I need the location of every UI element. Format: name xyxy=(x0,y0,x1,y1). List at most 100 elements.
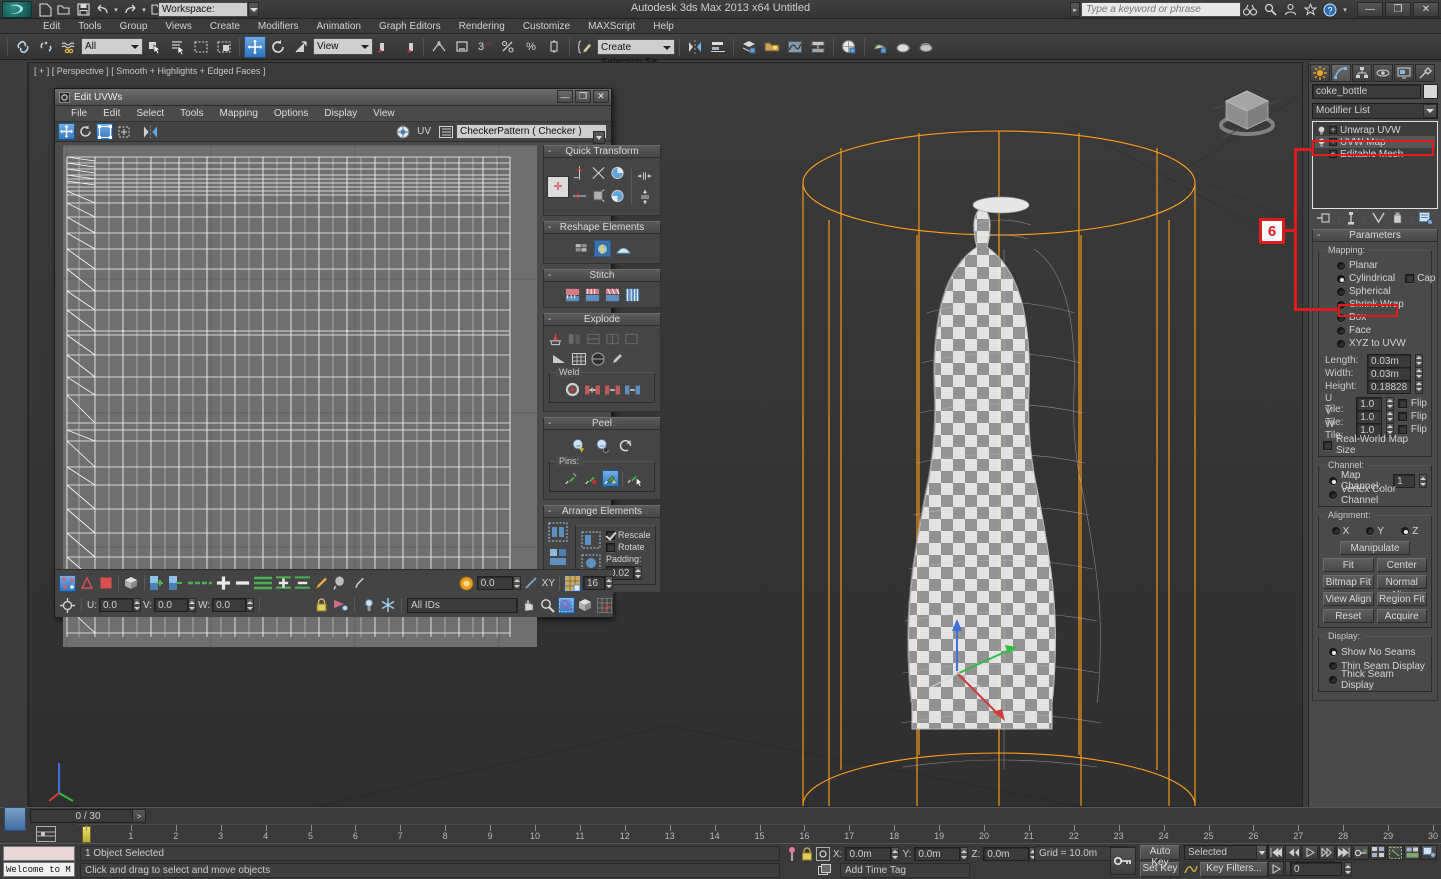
quick-peel-icon[interactable] xyxy=(571,437,588,454)
play-preview-icon[interactable] xyxy=(1268,861,1284,876)
configure-modifier-sets-icon[interactable] xyxy=(1419,212,1433,225)
modifier-stack-row-editable-mesh[interactable]: + Editable Mesh xyxy=(1315,148,1435,160)
bitmap-fit-button[interactable]: Bitmap Fit xyxy=(1323,575,1374,589)
remove-modifier-icon[interactable] xyxy=(1392,212,1403,224)
minimize-button[interactable]: — xyxy=(1357,2,1383,17)
unlink-selection-icon[interactable] xyxy=(35,36,57,58)
pin-stack-icon[interactable] xyxy=(1317,212,1331,224)
viewport-layout-thumbnail[interactable] xyxy=(4,807,26,831)
expand-modifier-icon[interactable]: + xyxy=(1329,138,1337,146)
length-value[interactable]: 0.03m xyxy=(1367,354,1411,368)
spinner-snap-icon[interactable] xyxy=(543,36,565,58)
u-value[interactable]: 0.0 xyxy=(99,598,133,612)
loop-dashed-icon[interactable] xyxy=(187,575,213,592)
reshape-straighten-icon[interactable] xyxy=(573,240,590,257)
next-frame-icon[interactable] xyxy=(1319,845,1335,860)
center-button[interactable]: Center xyxy=(1377,558,1428,572)
v-tile-value[interactable]: 1.0 xyxy=(1356,410,1382,424)
uvw-menu-mapping[interactable]: Mapping xyxy=(212,108,266,119)
grid-size-spinner[interactable]: 16 xyxy=(583,576,613,590)
use-pivot-point-center-icon[interactable] xyxy=(374,36,396,58)
rescale-checkbox-row[interactable]: Rescale xyxy=(606,530,651,540)
lock-selection-set-icon[interactable] xyxy=(801,847,813,861)
qt-space-vertical-icon[interactable] xyxy=(636,189,653,206)
reset-peel-icon[interactable] xyxy=(617,437,634,454)
light-bulb-icon[interactable] xyxy=(1317,138,1326,147)
thick-seam-display-row[interactable]: Thick Seam Display xyxy=(1323,673,1427,687)
v-spin-arrows[interactable] xyxy=(188,598,196,612)
edge-subobject-icon[interactable] xyxy=(78,575,95,592)
paint-select-icon[interactable] xyxy=(313,575,330,592)
u-spinner[interactable]: 0.0 xyxy=(99,598,141,612)
uvw-move-icon[interactable] xyxy=(58,123,75,140)
u-tile-spin-arrows[interactable] xyxy=(1386,397,1394,411)
u-flip-checkbox[interactable] xyxy=(1398,399,1407,408)
grid-size-value[interactable]: 16 xyxy=(583,576,605,590)
w-spinner[interactable]: 0.0 xyxy=(212,598,254,612)
undo-dropdown-icon[interactable]: ▾ xyxy=(112,1,120,18)
lock-selection-icon[interactable] xyxy=(313,597,330,614)
modifier-stack-row-uvw-map[interactable]: + UVW Map xyxy=(1315,136,1435,148)
freeze-icon[interactable] xyxy=(379,597,396,614)
radio-cylindrical[interactable] xyxy=(1337,275,1345,283)
show-hidden-edges-icon[interactable] xyxy=(360,597,377,614)
schematic-view-icon[interactable] xyxy=(807,36,829,58)
absolute-relative-toggle-icon[interactable] xyxy=(59,597,76,614)
zoom-extents-icon[interactable] xyxy=(577,597,594,614)
uvw-rotate-icon[interactable] xyxy=(77,123,94,140)
key-filters-icon[interactable] xyxy=(1184,862,1198,876)
go-to-end-icon[interactable] xyxy=(1336,845,1352,860)
w-flip-checkbox[interactable] xyxy=(1398,425,1407,434)
radio-axis-x[interactable] xyxy=(1332,527,1340,535)
explode-pencil-icon[interactable] xyxy=(608,351,625,368)
show-end-result-icon[interactable] xyxy=(1347,212,1355,225)
redo-dropdown-icon[interactable]: ▾ xyxy=(140,1,148,18)
expand-modifier-icon[interactable]: + xyxy=(1329,150,1337,158)
isolate-selection-icon[interactable] xyxy=(786,846,798,862)
object-name-field[interactable]: coke_bottle xyxy=(1312,84,1421,99)
save-file-icon[interactable] xyxy=(74,1,92,18)
favorites-star-icon[interactable] xyxy=(1301,1,1319,18)
pack-normalize-icon[interactable] xyxy=(547,521,569,543)
rollout-arrange-elements-header[interactable]: - Arrange Elements xyxy=(543,505,661,518)
spinner-snap-toggle-icon[interactable] xyxy=(451,36,473,58)
rollout-stitch-header[interactable]: - Stitch xyxy=(543,269,661,282)
radio-show-no-seams[interactable] xyxy=(1329,648,1337,656)
uvw-menu-options[interactable]: Options xyxy=(266,108,316,119)
play-animation-icon[interactable] xyxy=(1302,845,1318,860)
hierarchy-tab[interactable] xyxy=(1352,64,1372,82)
edit-uvws-title-bar[interactable]: Edit UVWs — ❐ ✕ xyxy=(55,89,611,106)
named-selection-sets-dropdown[interactable]: Create Selection Se xyxy=(597,39,675,55)
acquire-button[interactable]: Acquire xyxy=(1377,609,1428,623)
auto-key-button[interactable]: Auto Key xyxy=(1140,845,1180,860)
explode-by-angle-icon[interactable] xyxy=(585,331,602,348)
utilities-tab[interactable] xyxy=(1415,64,1435,82)
stitch-custom-icon[interactable] xyxy=(584,286,601,303)
face-subobject-icon[interactable] xyxy=(97,575,114,592)
unpin-icon[interactable] xyxy=(582,470,599,487)
mini-listener[interactable]: Welcome to M xyxy=(3,862,75,877)
key-mode-dropdown-arrow[interactable] xyxy=(1256,845,1267,860)
modifier-stack[interactable]: + Unwrap UVW + UVW Map + Editable Mesh xyxy=(1312,121,1438,209)
x-value[interactable]: 0.0m xyxy=(845,847,891,861)
rollout-explode-header[interactable]: - Explode xyxy=(543,313,661,326)
element-subobject-icon[interactable] xyxy=(123,575,140,592)
uvw-menu-tools[interactable]: Tools xyxy=(172,108,211,119)
menu-create[interactable]: Create xyxy=(201,19,249,34)
timeline-ruler[interactable]: 1234567891011121314151617181920212223242… xyxy=(78,824,1441,844)
loop-grow-icon[interactable] xyxy=(215,575,232,592)
real-world-map-size-row[interactable]: Real-World Map Size xyxy=(1323,438,1427,452)
radio-map-channel[interactable] xyxy=(1329,477,1337,485)
light-bulb-icon[interactable] xyxy=(1317,126,1326,135)
shrink-selection-icon[interactable] xyxy=(168,575,185,592)
v-spinner[interactable]: 0.0 xyxy=(154,598,196,612)
z-spinner[interactable]: 0.0m xyxy=(983,847,1037,861)
previous-frame-icon[interactable] xyxy=(1285,845,1301,860)
y-spin-arrows[interactable] xyxy=(960,847,968,861)
material-editor-icon[interactable] xyxy=(838,36,860,58)
qt-rotate-90-cw-icon[interactable] xyxy=(609,187,626,204)
workspace-selector[interactable]: Workspace: Default xyxy=(158,2,248,17)
undo-icon[interactable] xyxy=(93,1,111,18)
snaps-toggle-icon[interactable] xyxy=(428,36,450,58)
modify-tab[interactable] xyxy=(1331,64,1351,82)
